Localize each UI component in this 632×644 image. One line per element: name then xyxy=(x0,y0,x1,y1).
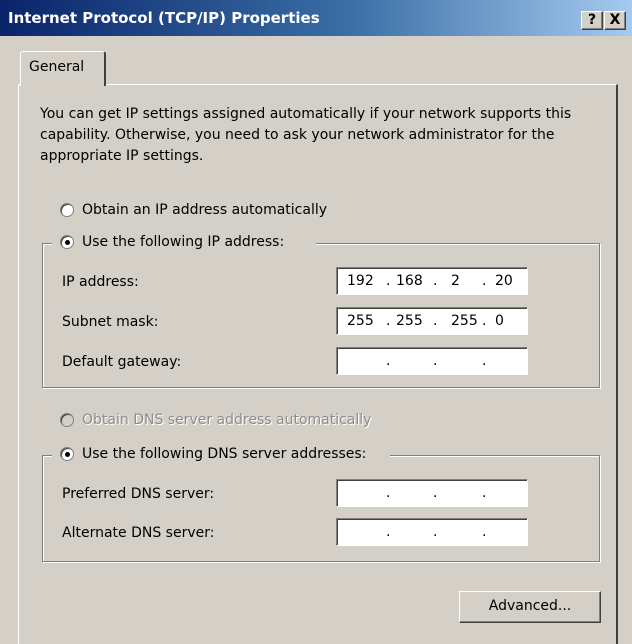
octet-dot: . xyxy=(433,313,438,329)
octet-dot: . xyxy=(482,485,487,501)
subnet-mask-octet: 255 xyxy=(396,313,423,329)
ip-address-field[interactable]: 192 . 168 . 2 . 20 xyxy=(336,267,528,295)
default-gateway-field[interactable]: . . . xyxy=(336,347,528,375)
preferred-dns-label: Preferred DNS server: xyxy=(62,486,215,502)
octet-dot: . xyxy=(386,524,391,540)
radio-use-following-dns[interactable]: Use the following DNS server addresses: xyxy=(60,446,366,462)
ip-address-octet: 192 xyxy=(347,273,374,289)
octet-dot: . xyxy=(386,313,391,329)
octet-dot: . xyxy=(433,273,438,289)
octet-dot: . xyxy=(386,273,391,289)
radio-obtain-dns-auto: Obtain DNS server address automatically xyxy=(60,412,371,428)
radio-use-following-dns-button[interactable] xyxy=(60,447,74,461)
subnet-mask-octet: 255 xyxy=(451,313,478,329)
default-gateway-label: Default gateway: xyxy=(62,354,182,370)
help-button[interactable]: ? xyxy=(581,11,603,30)
preferred-dns-field[interactable]: . . . xyxy=(336,479,528,507)
octet-dot: . xyxy=(433,524,438,540)
radio-use-following-ip-label: Use the following IP address: xyxy=(82,234,285,250)
octet-dot: . xyxy=(386,485,391,501)
octet-dot: . xyxy=(433,485,438,501)
radio-use-following-ip-button[interactable] xyxy=(60,235,74,249)
octet-dot: . xyxy=(482,273,487,289)
window-title: Internet Protocol (TCP/IP) Properties xyxy=(8,9,320,27)
ip-address-octet: 20 xyxy=(495,273,513,289)
octet-dot: . xyxy=(482,313,487,329)
octet-dot: . xyxy=(482,353,487,369)
radio-use-following-ip[interactable]: Use the following IP address: xyxy=(60,234,284,250)
subnet-mask-label: Subnet mask: xyxy=(62,314,159,330)
radio-obtain-dns-auto-label: Obtain DNS server address automatically xyxy=(82,412,372,428)
subnet-mask-field[interactable]: 255 . 255 . 255 . 0 xyxy=(336,307,528,335)
alternate-dns-label: Alternate DNS server: xyxy=(62,525,215,541)
radio-use-following-dns-label: Use the following DNS server addresses: xyxy=(82,446,367,462)
ip-address-octet: 2 xyxy=(451,273,460,289)
radio-obtain-ip-auto-button[interactable] xyxy=(60,203,74,217)
subnet-mask-octet: 255 xyxy=(347,313,374,329)
title-bar[interactable]: Internet Protocol (TCP/IP) Properties ? … xyxy=(0,0,632,36)
octet-dot: . xyxy=(433,353,438,369)
tab-general[interactable]: General xyxy=(20,51,106,86)
intro-text: You can get IP settings assigned automat… xyxy=(40,106,572,164)
tab-general-label: General xyxy=(29,59,85,75)
close-button[interactable]: X xyxy=(604,11,626,30)
octet-dot: . xyxy=(482,524,487,540)
subnet-mask-octet: 0 xyxy=(495,313,504,329)
advanced-button[interactable]: Advanced... xyxy=(459,591,601,623)
octet-dot: . xyxy=(386,353,391,369)
radio-obtain-ip-auto[interactable]: Obtain an IP address automatically xyxy=(60,202,327,218)
ip-address-label: IP address: xyxy=(62,274,139,290)
ip-address-octet: 168 xyxy=(396,273,423,289)
alternate-dns-field[interactable]: . . . xyxy=(336,518,528,546)
radio-obtain-ip-auto-label: Obtain an IP address automatically xyxy=(82,202,328,218)
radio-obtain-dns-auto-button xyxy=(60,413,74,427)
